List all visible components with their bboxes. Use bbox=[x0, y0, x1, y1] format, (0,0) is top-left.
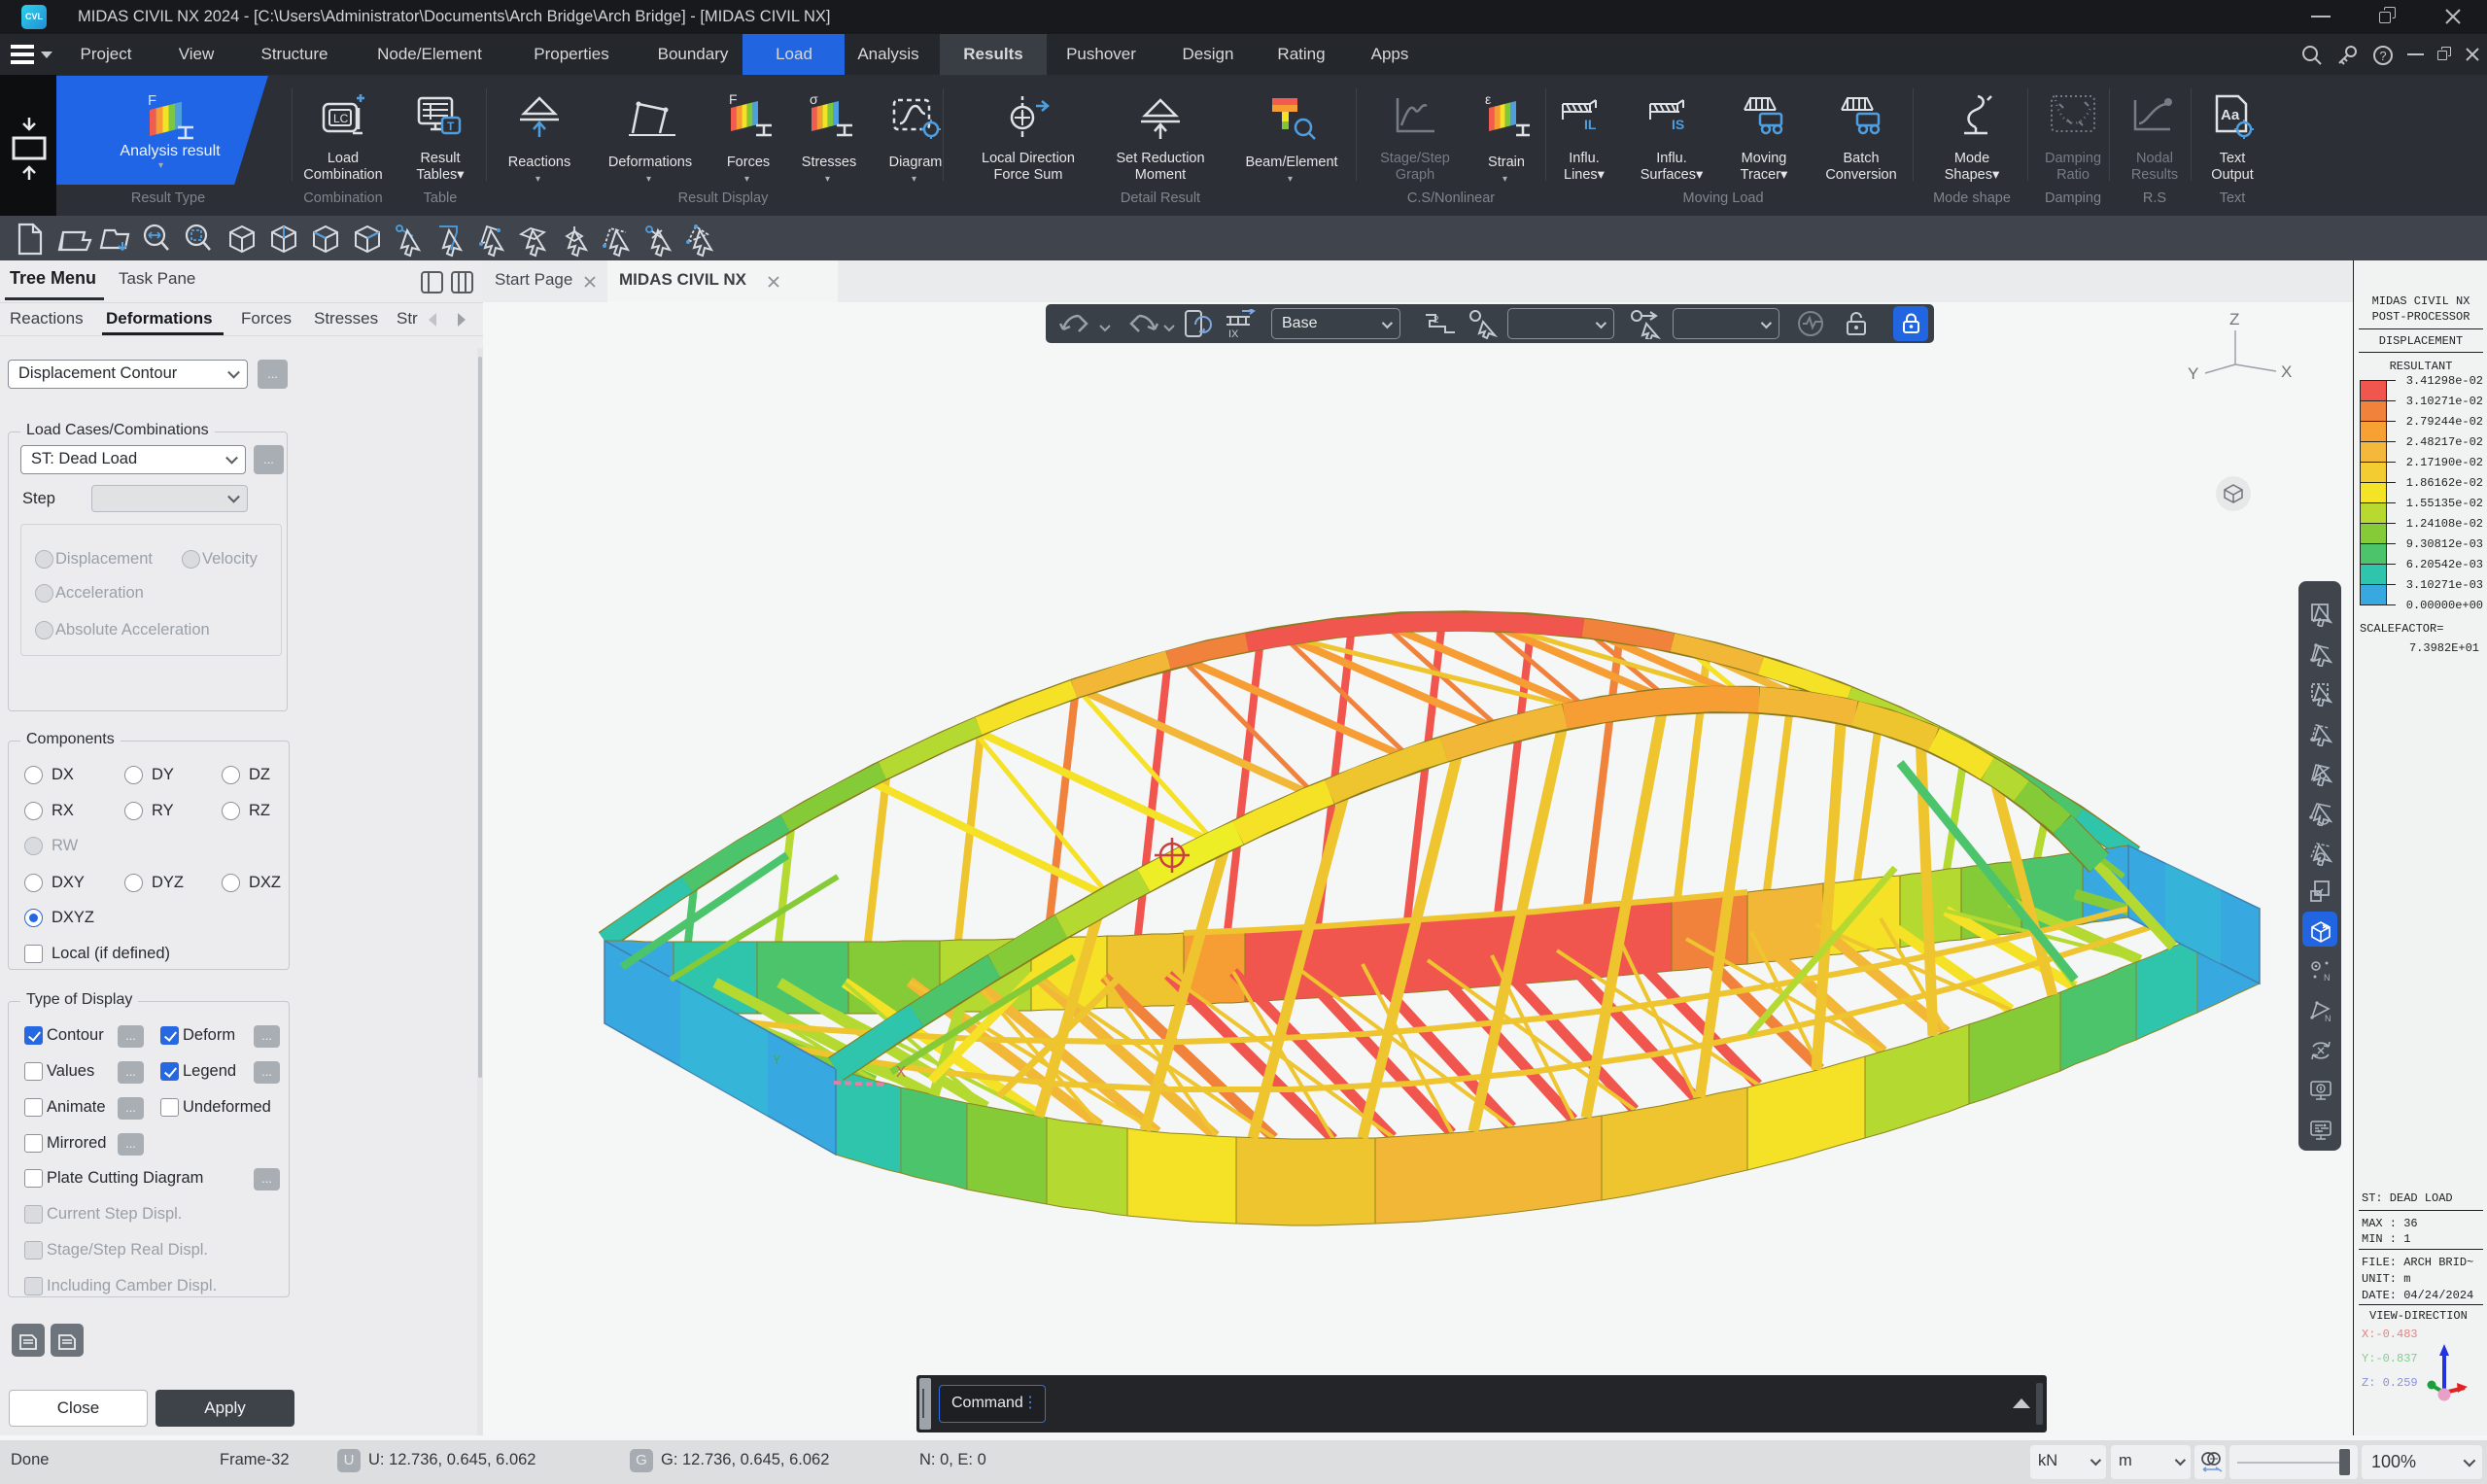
svg-text:2: 2 bbox=[1433, 315, 1439, 326]
svg-text:F: F bbox=[729, 91, 738, 107]
svg-text:X: X bbox=[896, 1064, 906, 1083]
svg-text:X: X bbox=[2281, 362, 2292, 381]
svg-text:IS: IS bbox=[1672, 117, 1684, 132]
svg-text:Y: Y bbox=[2188, 364, 2198, 383]
svg-text:LC: LC bbox=[333, 112, 349, 125]
svg-text:Y: Y bbox=[773, 1053, 781, 1069]
svg-text:?: ? bbox=[2379, 49, 2386, 63]
svg-text:IL: IL bbox=[1584, 117, 1597, 132]
svg-text:Z: Z bbox=[2229, 310, 2239, 328]
svg-text:IX: IX bbox=[1228, 328, 1239, 338]
svg-text:F: F bbox=[148, 92, 156, 109]
svg-text:σ: σ bbox=[810, 91, 818, 107]
svg-text:Aa: Aa bbox=[2221, 107, 2240, 123]
svg-text:N: N bbox=[2325, 1014, 2332, 1023]
svg-text:N: N bbox=[2324, 973, 2331, 983]
svg-text:ε: ε bbox=[1485, 91, 1491, 107]
svg-text:T: T bbox=[447, 120, 455, 133]
